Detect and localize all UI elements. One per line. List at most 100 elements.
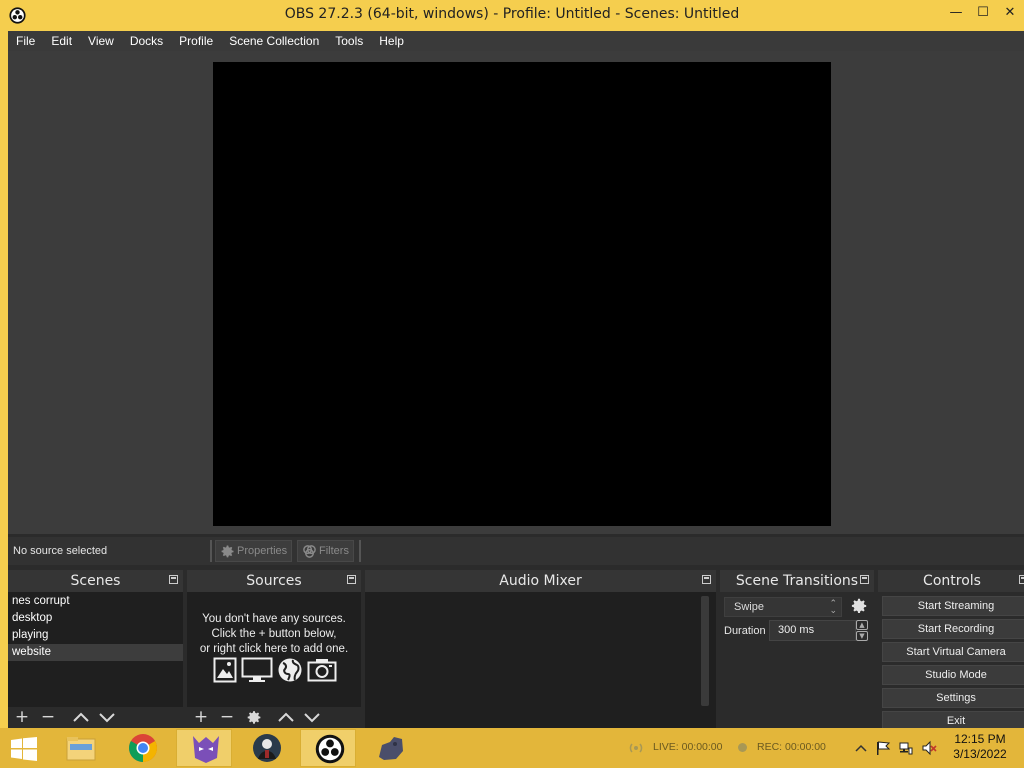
chrome-icon [129, 734, 157, 762]
duration-label: Duration [724, 625, 766, 637]
globe-icon [278, 658, 302, 682]
scene-item-playing[interactable]: playing [8, 627, 183, 644]
menu-edit[interactable]: Edit [43, 31, 80, 51]
menu-file[interactable]: File [8, 31, 43, 51]
dock-float-icon[interactable] [860, 575, 869, 584]
menu-view[interactable]: View [80, 31, 122, 51]
app-purple-icon [193, 736, 219, 763]
title-bar[interactable]: OBS 27.2.3 (64-bit, windows) - Profile: … [0, 0, 1024, 31]
transition-value: Swipe [734, 601, 764, 613]
add-icon[interactable]: + [190, 707, 212, 728]
app-avatar-icon [253, 734, 281, 762]
maximize-button[interactable]: ☐ [969, 4, 997, 22]
remove-icon[interactable]: − [216, 707, 238, 728]
properties-label: Properties [237, 545, 288, 557]
move-up-icon[interactable] [275, 707, 297, 728]
scene-transitions-body: Swipe ⌃ ⌄ Duration 300 ms ▲ ▼ [720, 592, 874, 729]
start-virtual-camera-button[interactable]: Start Virtual Camera [882, 642, 1024, 662]
audio-mixer-title: Audio Mixer [365, 570, 716, 592]
menu-bar: File Edit View Docks Profile Scene Colle… [8, 31, 1024, 51]
settings-button[interactable]: Settings [882, 688, 1024, 708]
taskbar-chrome[interactable] [114, 729, 170, 767]
dock-float-icon[interactable] [1019, 575, 1024, 584]
scene-item-nes-corrupt[interactable]: nes corrupt [8, 593, 183, 610]
chevron-updown-icon: ⌃ ⌄ [829, 598, 837, 615]
taskbar-file-explorer[interactable] [52, 729, 108, 767]
dock-float-icon[interactable] [702, 575, 711, 584]
audio-mixer-scrollbar[interactable] [701, 596, 709, 706]
monitor-icon [241, 657, 273, 682]
menu-scene-collection[interactable]: Scene Collection [221, 31, 327, 51]
flag-icon[interactable] [875, 740, 891, 756]
sources-empty-message: You don't have any sources. Click the + … [187, 612, 361, 657]
duration-stepper[interactable]: ▲ ▼ [856, 620, 870, 641]
preview-canvas[interactable] [213, 62, 831, 526]
gear-icon[interactable] [850, 597, 868, 615]
chevron-up-icon[interactable] [853, 740, 869, 756]
menu-tools[interactable]: Tools [327, 31, 371, 51]
add-icon[interactable]: + [11, 707, 33, 728]
menu-help[interactable]: Help [371, 31, 412, 51]
taskbar-obs[interactable] [300, 729, 356, 767]
decrease-icon[interactable]: ▼ [856, 631, 868, 641]
dock-float-icon[interactable] [347, 575, 356, 584]
audio-mixer-body [365, 592, 716, 729]
move-down-icon[interactable] [301, 707, 323, 728]
sources-list[interactable]: You don't have any sources. Click the + … [187, 592, 361, 707]
scenes-dock-title: Scenes [8, 570, 183, 592]
start-streaming-button[interactable]: Start Streaming [882, 596, 1024, 616]
move-down-icon[interactable] [96, 707, 118, 728]
controls-dock: Controls Start Streaming Start Recording… [878, 570, 1024, 728]
studio-mode-button[interactable]: Studio Mode [882, 665, 1024, 685]
filter-icon [303, 544, 316, 558]
duration-input[interactable]: 300 ms [769, 620, 856, 641]
obs-window: OBS 27.2.3 (64-bit, windows) - Profile: … [0, 0, 1024, 729]
scene-item-website[interactable]: website [8, 644, 183, 661]
increase-icon[interactable]: ▲ [856, 620, 868, 630]
network-icon[interactable] [898, 740, 914, 756]
preview-area [8, 51, 1024, 534]
scene-transitions-title: Scene Transitions [720, 570, 874, 592]
live-status: LIVE: 00:00:00 [653, 741, 723, 753]
toolbar-separator [359, 540, 361, 562]
remove-icon[interactable]: − [37, 707, 59, 728]
exit-button[interactable]: Exit [882, 711, 1024, 728]
taskbar-clock[interactable]: 12:15 PM 3/13/2022 [940, 732, 1020, 762]
folder-icon [66, 737, 96, 761]
sources-dock: Sources You don't have any sources. Clic… [187, 570, 361, 728]
taskbar-app-dark[interactable] [362, 729, 418, 767]
properties-button[interactable]: Properties [215, 540, 293, 562]
clock-time: 12:15 PM [954, 732, 1006, 746]
toolbar-separator [210, 540, 212, 562]
close-button[interactable]: ✕ [996, 4, 1024, 22]
rec-status: REC: 00:00:00 [757, 741, 826, 753]
gear-icon[interactable] [243, 707, 265, 728]
dock-float-icon[interactable] [169, 575, 178, 584]
empty-line-1: You don't have any sources. [202, 613, 346, 625]
obs-client-area: File Edit View Docks Profile Scene Colle… [8, 31, 1024, 729]
minimize-button[interactable]: — [942, 4, 970, 22]
speaker-muted-icon[interactable] [921, 740, 937, 756]
source-type-icons [213, 657, 337, 683]
record-indicator-icon [738, 743, 747, 752]
filters-label: Filters [319, 545, 349, 557]
taskbar-app-avatar[interactable] [238, 729, 294, 767]
move-up-icon[interactable] [70, 707, 92, 728]
start-recording-button[interactable]: Start Recording [882, 619, 1024, 639]
taskbar-app-purple[interactable] [176, 729, 232, 767]
image-icon [213, 657, 237, 683]
menu-profile[interactable]: Profile [171, 31, 221, 51]
controls-title: Controls [878, 570, 1024, 592]
transition-select[interactable]: Swipe ⌃ ⌄ [724, 597, 842, 617]
scenes-dock: Scenes nes corrupt desktop playing websi… [8, 570, 183, 728]
scenes-toolbar: + − [8, 707, 183, 728]
gear-icon [221, 545, 234, 557]
obs-logo-icon [315, 734, 345, 764]
windows-start-icon[interactable] [11, 737, 37, 761]
menu-docks[interactable]: Docks [122, 31, 171, 51]
live-broadcast-icon [629, 743, 643, 753]
clock-date: 3/13/2022 [953, 747, 1007, 761]
scene-item-desktop[interactable]: desktop [8, 610, 183, 627]
filters-button[interactable]: Filters [297, 540, 354, 562]
audio-mixer-dock: Audio Mixer [365, 570, 716, 729]
